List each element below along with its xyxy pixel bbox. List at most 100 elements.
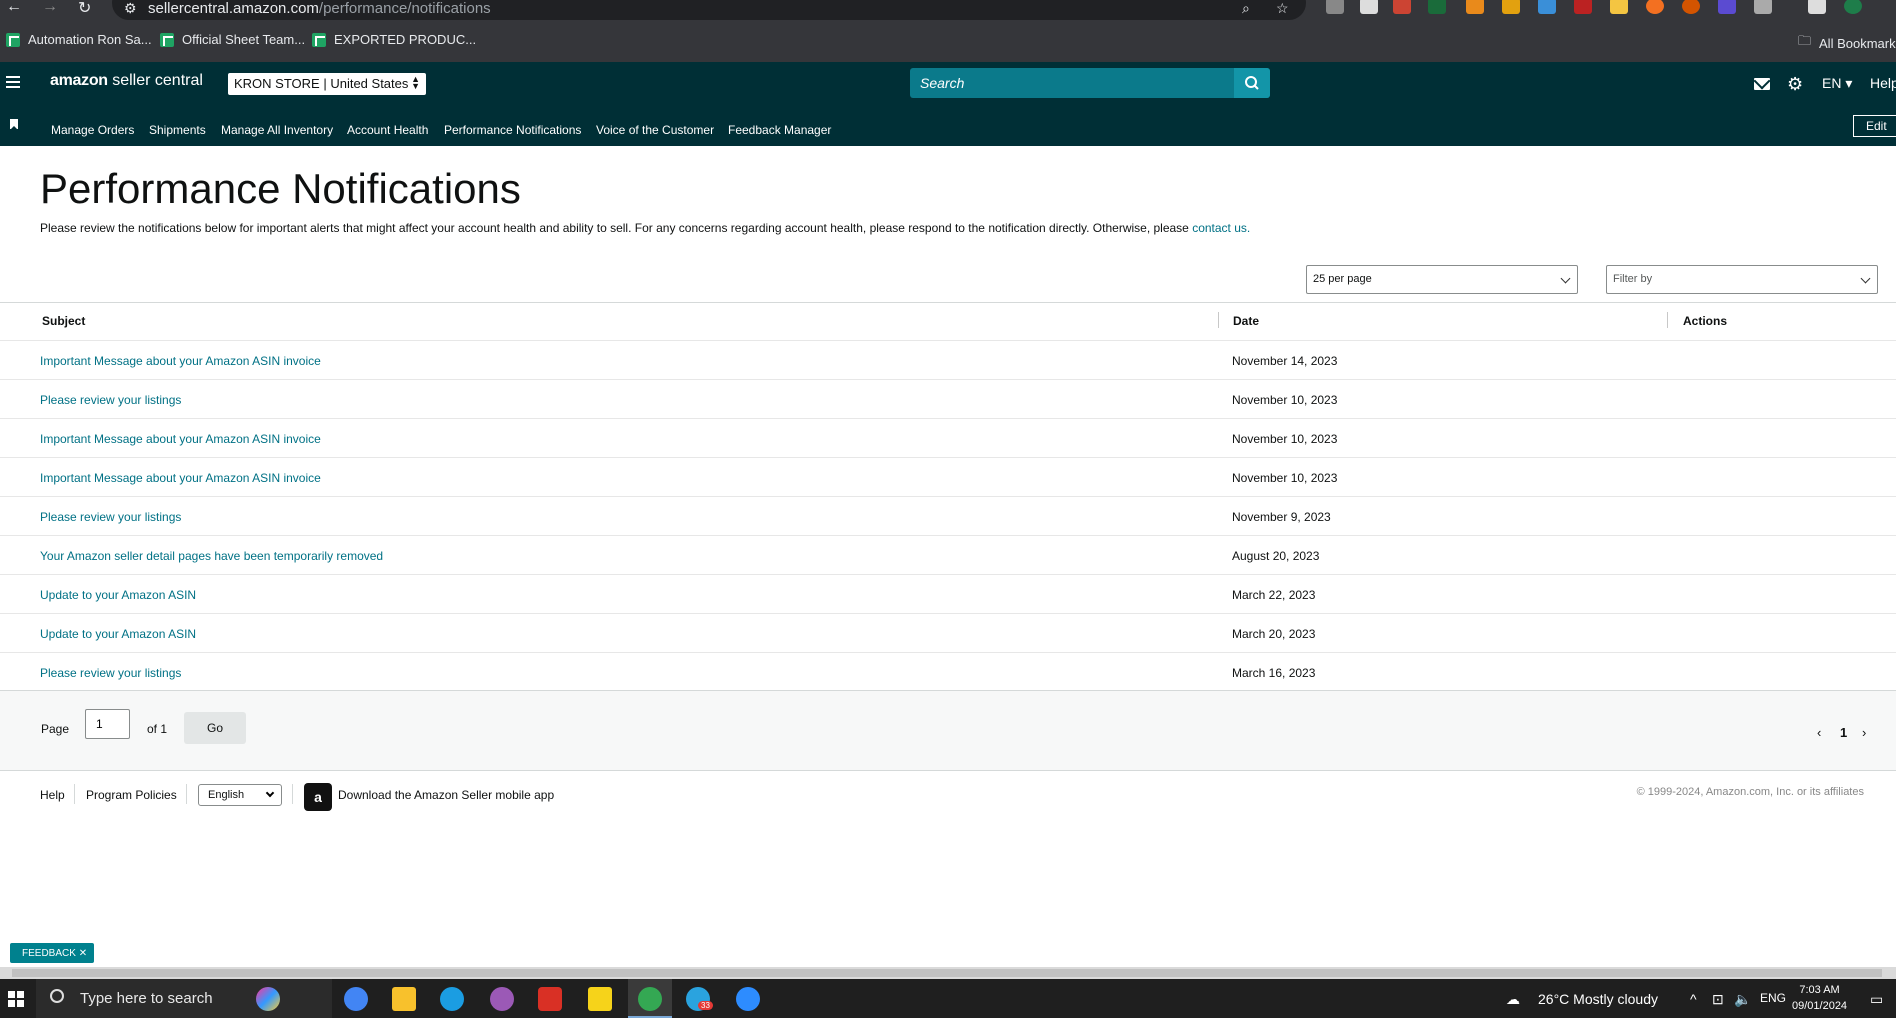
notification-subject-link[interactable]: Update to your Amazon ASIN xyxy=(40,588,196,602)
table-row: Update to your Amazon ASIN March 22, 2023 xyxy=(0,574,1896,613)
nav-voice-of-the-customer[interactable]: Voice of the Customer xyxy=(596,123,714,137)
notification-subject-link[interactable]: Important Message about your Amazon ASIN… xyxy=(40,432,321,446)
notification-subject-link[interactable]: Please review your listings xyxy=(40,666,181,680)
contact-us-link[interactable]: contact us. xyxy=(1192,221,1250,235)
profile-avatar[interactable] xyxy=(1844,0,1862,14)
nav-feedback-manager[interactable]: Feedback Manager xyxy=(728,123,831,137)
taskbar-search-box[interactable]: Type here to search xyxy=(36,979,332,1018)
feedback-button[interactable]: FEEDBACK ✕ xyxy=(10,943,94,963)
table-row: Your Amazon seller detail pages have bee… xyxy=(0,535,1896,574)
chevron-left-icon[interactable]: ‹ xyxy=(1817,725,1821,740)
extension-red-icon[interactable] xyxy=(1574,0,1592,14)
table-row: Please review your listings March 16, 202… xyxy=(0,652,1896,691)
chevron-up-icon[interactable]: ^ xyxy=(1690,991,1697,1007)
vpn-app-icon[interactable] xyxy=(490,987,514,1011)
close-icon[interactable]: ✕ xyxy=(79,948,87,959)
sheets-icon xyxy=(312,32,326,47)
weather-icon[interactable]: ☁ xyxy=(1506,991,1520,1008)
notification-subject-link[interactable]: Important Message about your Amazon ASIN… xyxy=(40,471,321,485)
notification-subject-link[interactable]: Your Amazon seller detail pages have bee… xyxy=(40,549,383,563)
nav-shipments[interactable]: Shipments xyxy=(149,123,206,137)
zoom-icon[interactable] xyxy=(736,987,760,1011)
extension-amazon-icon[interactable] xyxy=(1502,0,1520,14)
extensions-menu-icon[interactable] xyxy=(1754,0,1772,14)
star-icon[interactable]: ☆ xyxy=(1276,0,1289,17)
chevron-down-icon xyxy=(265,788,275,798)
active-chrome-window[interactable] xyxy=(628,979,672,1018)
nav-manage-all-inventory[interactable]: Manage All Inventory xyxy=(221,123,333,137)
url-path: /performance/notifications xyxy=(318,0,491,17)
bookmark-flag-icon[interactable] xyxy=(10,119,18,130)
windows-start-icon[interactable] xyxy=(8,991,24,1007)
download-app-link[interactable]: Download the Amazon Seller mobile app xyxy=(338,788,554,802)
per-page-select[interactable]: 25 per page xyxy=(1306,265,1578,294)
nav-account-health[interactable]: Account Health xyxy=(347,123,428,137)
notification-subject-link[interactable]: Please review your listings xyxy=(40,510,181,524)
footer-language-select[interactable]: English xyxy=(198,784,282,806)
notification-center-icon[interactable]: ▭ xyxy=(1870,991,1883,1008)
reload-icon[interactable]: ↻ xyxy=(78,0,91,18)
site-info-icon[interactable]: ⚙ xyxy=(124,0,137,17)
horizontal-scrollbar[interactable] xyxy=(0,967,1896,979)
weather-text[interactable]: 26°C Mostly cloudy xyxy=(1538,991,1658,1007)
filter-select[interactable]: Filter by xyxy=(1606,265,1878,294)
bookmark-item[interactable]: Official Sheet Team... xyxy=(160,32,305,47)
footer-help-link[interactable]: Help xyxy=(40,788,65,802)
extension-fox-icon[interactable] xyxy=(1682,0,1700,14)
bookmarks-bar: Automation Ron Sa... Official Sheet Team… xyxy=(0,28,1896,52)
zoom-icon[interactable]: ⌕ xyxy=(1242,0,1250,17)
gear-icon[interactable]: ⚙ xyxy=(1787,74,1803,95)
back-arrow-icon[interactable]: ← xyxy=(6,0,22,16)
extension-puzzle-icon[interactable] xyxy=(1538,0,1556,14)
edit-bookmarks-button[interactable]: Edit xyxy=(1853,115,1896,137)
notification-subject-link[interactable]: Important Message about your Amazon ASIN… xyxy=(40,354,321,368)
sticky-notes-icon[interactable] xyxy=(588,987,612,1011)
bookmark-item[interactable]: Automation Ron Sa... xyxy=(6,32,152,47)
column-header-date[interactable]: Date xyxy=(1233,314,1259,328)
extension-orange-icon[interactable] xyxy=(1646,0,1664,14)
wps-office-icon[interactable] xyxy=(538,987,562,1011)
volume-icon[interactable]: 🔈 xyxy=(1734,991,1751,1008)
notification-subject-link[interactable]: Please review your listings xyxy=(40,393,181,407)
search-input[interactable] xyxy=(910,68,1235,98)
language-menu[interactable]: EN ▾ xyxy=(1822,75,1852,92)
store-selector[interactable]: KRON STORE | United States ▲ ▼ xyxy=(228,73,426,95)
input-language[interactable]: ENG xyxy=(1760,991,1786,1005)
seller-central-logo[interactable]: amazon seller central xyxy=(50,72,203,90)
mail-icon[interactable] xyxy=(1754,78,1770,90)
search-highlight-icon[interactable] xyxy=(256,987,280,1011)
nav-manage-orders[interactable]: Manage Orders xyxy=(51,123,134,137)
extension-js-icon[interactable] xyxy=(1466,0,1484,14)
current-page-number[interactable]: 1 xyxy=(1840,725,1847,740)
go-button[interactable]: Go xyxy=(184,712,246,744)
forward-arrow-icon[interactable]: → xyxy=(42,0,58,16)
extension-sheet-icon[interactable] xyxy=(1360,0,1378,14)
url-host: sellercentral.amazon.com xyxy=(148,0,319,17)
program-policies-link[interactable]: Program Policies xyxy=(86,788,177,802)
hamburger-menu-icon[interactable] xyxy=(6,76,20,88)
help-link[interactable]: Help xyxy=(1870,75,1896,91)
side-panel-icon[interactable] xyxy=(1808,0,1826,14)
page-number-input[interactable] xyxy=(85,709,130,739)
edge-icon[interactable] xyxy=(440,987,464,1011)
extension-chart-icon[interactable] xyxy=(1393,0,1411,14)
extension-k-icon[interactable] xyxy=(1428,0,1446,14)
extension-off-icon[interactable] xyxy=(1326,0,1344,14)
address-bar[interactable]: ⚙ sellercentral.amazon.com/performance/n… xyxy=(112,0,1306,20)
extension-f-icon[interactable] xyxy=(1718,0,1736,14)
extension-key-icon[interactable] xyxy=(1610,0,1628,14)
chevron-right-icon[interactable]: › xyxy=(1862,725,1866,740)
all-bookmarks[interactable]: 🗀 All Bookmarks xyxy=(1798,32,1896,54)
search-button[interactable] xyxy=(1234,68,1270,98)
chrome-icon[interactable] xyxy=(344,987,368,1011)
notification-subject-link[interactable]: Update to your Amazon ASIN xyxy=(40,627,196,641)
network-icon[interactable]: ⊡ xyxy=(1712,991,1724,1008)
column-header-subject[interactable]: Subject xyxy=(42,314,85,328)
bookmark-item[interactable]: EXPORTED PRODUC... xyxy=(312,32,476,47)
amazon-seller-app-icon[interactable]: a xyxy=(304,783,332,811)
nav-performance-notifications[interactable]: Performance Notifications xyxy=(444,123,581,137)
scrollbar-thumb[interactable] xyxy=(12,969,1882,977)
file-explorer-icon[interactable] xyxy=(392,987,416,1011)
system-clock[interactable]: 7:03 AM 09/01/2024 xyxy=(1792,982,1847,1014)
chevron-down-icon xyxy=(1560,273,1571,284)
